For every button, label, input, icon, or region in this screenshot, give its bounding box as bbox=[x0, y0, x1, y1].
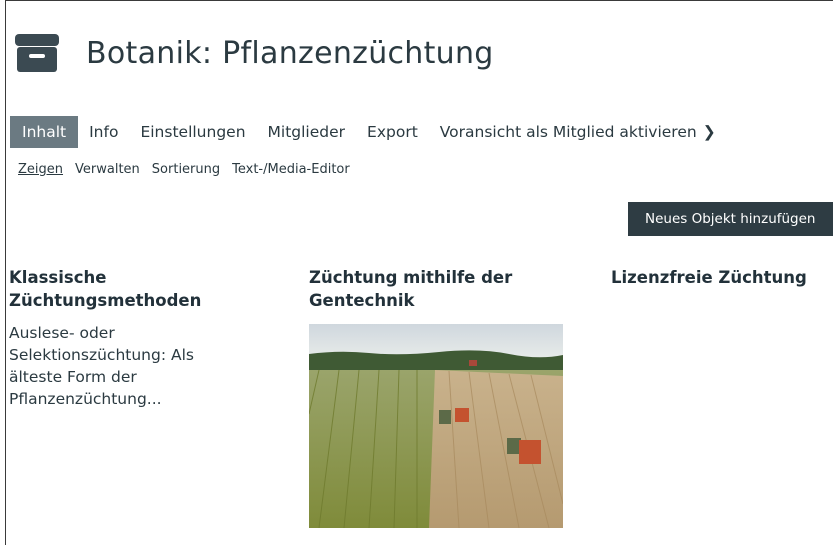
card-title[interactable]: Klassische Züchtungsmethoden bbox=[9, 266, 249, 312]
subnav-text-media-editor[interactable]: Text-/Media-Editor bbox=[226, 162, 356, 177]
tab-info[interactable]: Info bbox=[78, 116, 129, 148]
subnav-verwalten[interactable]: Verwalten bbox=[69, 162, 146, 177]
tab-bar: Inhalt Info Einstellungen Mitglieder Exp… bbox=[10, 116, 720, 148]
tab-voransicht[interactable]: Voransicht als Mitglied aktivieren ❯ bbox=[429, 116, 720, 148]
subnav-zeigen[interactable]: Zeigen bbox=[12, 162, 69, 177]
tab-einstellungen[interactable]: Einstellungen bbox=[129, 116, 256, 148]
card-teaser: Auslese- oder Selektionszüchtung: Als äl… bbox=[9, 324, 194, 408]
content-card[interactable]: Klassische Züchtungsmethoden Auslese- od… bbox=[9, 266, 249, 410]
tab-mitglieder[interactable]: Mitglieder bbox=[257, 116, 357, 148]
card-title[interactable]: Lizenzfreie Züchtung bbox=[611, 266, 833, 289]
tab-inhalt[interactable]: Inhalt bbox=[10, 116, 79, 148]
tab-voransicht-label: Voransicht als Mitglied aktivieren bbox=[439, 123, 697, 141]
field-harvest-photo[interactable] bbox=[309, 324, 563, 528]
content-card[interactable]: Züchtung mithilfe der Gentechnik bbox=[309, 266, 579, 528]
page-header: Botanik: Pflanzenzüchtung bbox=[14, 30, 494, 76]
sub-navigation: Zeigen Verwalten Sortierung Text-/Media-… bbox=[12, 162, 356, 177]
tab-export[interactable]: Export bbox=[356, 116, 429, 148]
page-title: Botanik: Pflanzenzüchtung bbox=[86, 35, 494, 71]
card-title[interactable]: Züchtung mithilfe der Gentechnik bbox=[309, 266, 579, 312]
chevron-right-icon: ❯ bbox=[702, 123, 716, 141]
subnav-sortierung[interactable]: Sortierung bbox=[146, 162, 226, 177]
add-object-button[interactable]: Neues Objekt hinzufügen bbox=[628, 202, 833, 236]
content-card[interactable]: Lizenzfreie Züchtung bbox=[611, 266, 833, 289]
archive-box-icon bbox=[14, 32, 60, 74]
